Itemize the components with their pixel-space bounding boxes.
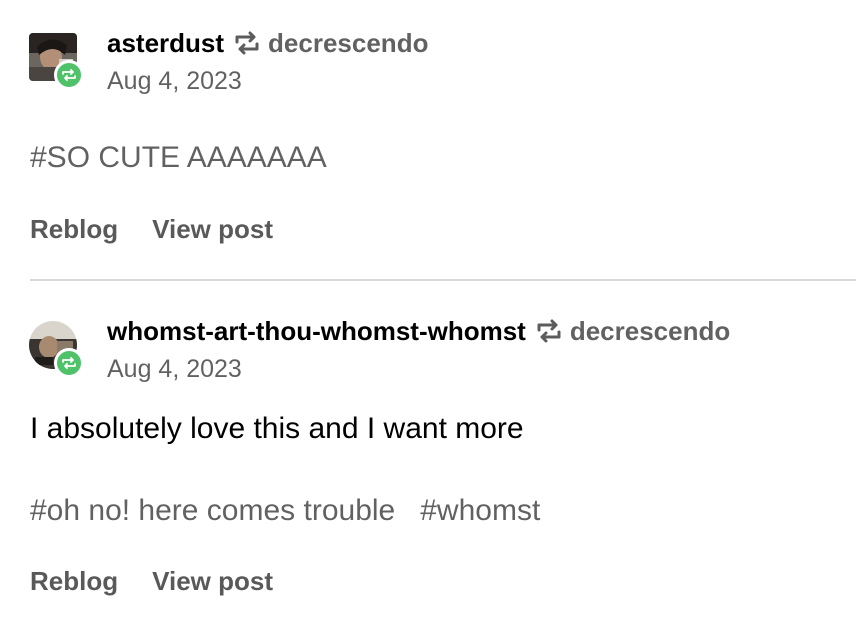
divider — [30, 279, 856, 281]
source-blog-link[interactable]: decrescendo — [268, 27, 428, 59]
tag-list: #SO CUTE AAAAAAA — [30, 140, 327, 176]
avatar-container[interactable] — [29, 33, 84, 90]
reblog-arrows-icon — [234, 31, 260, 55]
username-link[interactable]: asterdust — [107, 27, 224, 59]
note-header: asterdust decrescendo — [107, 27, 428, 59]
note-actions: Reblog View post — [30, 213, 273, 245]
view-post-link[interactable]: View post — [152, 565, 273, 597]
reblog-notes-feed: asterdust decrescendo Aug 4, 2023 #SO CU… — [0, 0, 856, 624]
tag-list: #oh no! here comes trouble #whomst — [30, 493, 540, 529]
note-header: whomst-art-thou-whomst-whomst decrescend… — [107, 315, 730, 347]
reblog-badge-icon — [54, 60, 84, 90]
tag-link[interactable]: #SO CUTE AAAAAAA — [30, 140, 327, 176]
username-link[interactable]: whomst-art-thou-whomst-whomst — [107, 315, 526, 347]
note-date: Aug 4, 2023 — [107, 355, 242, 383]
reblog-badge-icon — [54, 348, 84, 378]
reblog-button[interactable]: Reblog — [30, 213, 118, 245]
tag-link[interactable]: #whomst — [420, 493, 540, 529]
reblog-button[interactable]: Reblog — [30, 565, 118, 597]
avatar-container[interactable] — [29, 321, 84, 378]
note-actions: Reblog View post — [30, 565, 273, 597]
view-post-link[interactable]: View post — [152, 213, 273, 245]
note-body-text: I absolutely love this and I want more — [30, 412, 524, 445]
source-blog-link[interactable]: decrescendo — [570, 315, 730, 347]
note-date: Aug 4, 2023 — [107, 67, 242, 95]
tag-link[interactable]: #oh no! here comes trouble — [30, 493, 395, 529]
reblog-arrows-icon — [536, 319, 562, 343]
